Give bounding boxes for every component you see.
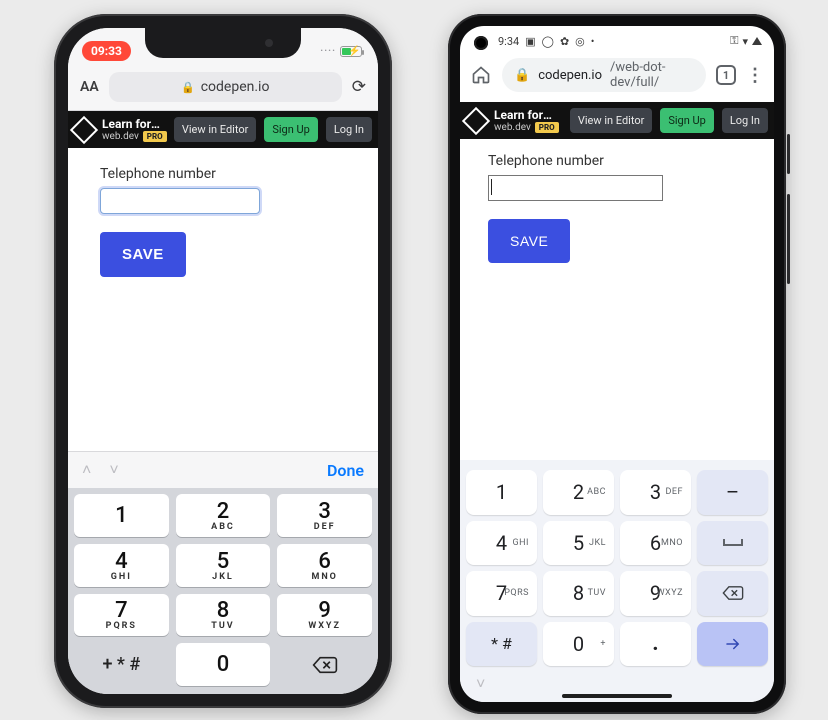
iphone-screen: 09:33 ···· ⚡ AA 🔒 codepen.io ⟳ Learn for… (68, 28, 378, 694)
status-icon: ✿ (560, 35, 569, 48)
codepen-header: Learn forms – virt… web.dev PRO View in … (68, 111, 378, 148)
view-in-editor-button[interactable]: View in Editor (174, 117, 257, 142)
lock-icon: 🔒 (514, 68, 530, 83)
key-space[interactable] (697, 521, 768, 566)
safari-url-field[interactable]: 🔒 codepen.io (109, 72, 342, 102)
key-dot[interactable]: . (620, 622, 691, 667)
arrow-right-icon (722, 635, 744, 653)
form-area: Telephone number SAVE (68, 148, 378, 295)
backspace-icon (722, 584, 744, 602)
keyboard-collapse-handle[interactable]: ˅ (466, 672, 768, 696)
key-3[interactable]: 3DEF (620, 470, 691, 515)
signup-button[interactable]: Sign Up (264, 117, 318, 142)
keyboard-done-button[interactable]: Done (327, 461, 364, 480)
volume-rocker (787, 194, 790, 284)
key-0[interactable]: 0 (176, 643, 271, 686)
pixel-camera-hole (474, 36, 488, 50)
key-8[interactable]: 8TUV (176, 594, 271, 637)
prev-field-icon[interactable]: ˄ (82, 460, 91, 479)
android-nav-pill[interactable] (562, 694, 672, 698)
chrome-url-field[interactable]: 🔒 codepen.io/web-dot-dev/full/ (502, 58, 706, 92)
key-4[interactable]: 4GHI (74, 544, 169, 587)
key-dash[interactable]: – (697, 470, 768, 515)
ios-battery-indicator: ···· ⚡ (320, 46, 362, 57)
pixel-screen: 9:34 ▣ ◯ ✿ ◎ • ⚿ ▾ 🔒 codepen.io/web-dot-… (460, 26, 774, 702)
codepen-logo-icon (70, 115, 98, 143)
key-3[interactable]: 3DEF (277, 494, 372, 537)
iphone-frame: 09:33 ···· ⚡ AA 🔒 codepen.io ⟳ Learn for… (54, 14, 392, 708)
pen-author: web.dev (494, 122, 531, 133)
chrome-tabs-button[interactable]: 1 (716, 65, 736, 85)
backspace-key[interactable] (277, 643, 372, 686)
backspace-key[interactable] (697, 571, 768, 616)
key-6[interactable]: 6MNO (277, 544, 372, 587)
wifi-icon: ▾ (742, 35, 748, 48)
status-icon: ◎ (575, 35, 585, 48)
key-9[interactable]: 9WXYZ (277, 594, 372, 637)
key-star-hash[interactable]: * # (466, 622, 537, 667)
login-button[interactable]: Log In (326, 117, 372, 142)
ios-numeric-keypad: 1 2ABC 3DEF 4GHI 5JKL 6MNO 7PQRS 8TUV 9W… (68, 488, 378, 694)
key-1[interactable]: 1 (466, 470, 537, 515)
chrome-home-icon[interactable] (470, 65, 492, 85)
status-icon: ◯ (542, 35, 554, 48)
key-2[interactable]: 2ABC (176, 494, 271, 537)
pro-badge: PRO (143, 131, 167, 142)
key-5[interactable]: 5JKL (176, 544, 271, 587)
android-time: 9:34 (498, 35, 519, 48)
key-7[interactable]: 7PQRS (466, 571, 537, 616)
url-path: /web-dot-dev/full/ (610, 60, 694, 90)
ios-time-recording-pill: 09:33 (82, 41, 131, 61)
view-in-editor-button[interactable]: View in Editor (570, 108, 653, 133)
battery-icon (752, 37, 762, 45)
login-button[interactable]: Log In (722, 108, 768, 133)
key-symbols[interactable]: + * # (74, 643, 169, 686)
save-button[interactable]: SAVE (488, 219, 570, 263)
key-6[interactable]: 6MNO (620, 521, 691, 566)
chrome-toolbar: 🔒 codepen.io/web-dot-dev/full/ 1 ⋮ (460, 52, 774, 102)
status-icon: • (591, 35, 595, 48)
telephone-label: Telephone number (100, 166, 346, 182)
pixel-frame: 9:34 ▣ ◯ ✿ ◎ • ⚿ ▾ 🔒 codepen.io/web-dot-… (448, 14, 786, 714)
signup-button[interactable]: Sign Up (660, 108, 714, 133)
chrome-menu-icon[interactable]: ⋮ (746, 65, 764, 86)
key-4[interactable]: 4GHI (466, 521, 537, 566)
power-button (787, 134, 790, 174)
telephone-label: Telephone number (488, 153, 746, 169)
status-icon: ▣ (525, 35, 535, 48)
lock-icon: 🔒 (181, 81, 195, 94)
save-button[interactable]: SAVE (100, 232, 186, 277)
backspace-icon (312, 655, 338, 675)
android-numeric-keypad: 1 2ABC 3DEF – 4GHI 5JKL 6MNO 7PQRS 8TUV … (460, 460, 774, 702)
next-field-icon[interactable]: ˅ (109, 460, 118, 479)
codepen-header: Learn forms – virt… web.dev PRO View in … (460, 102, 774, 139)
space-icon (721, 536, 745, 550)
enter-key[interactable] (697, 622, 768, 667)
key-8[interactable]: 8TUV (543, 571, 614, 616)
key-2[interactable]: 2ABC (543, 470, 614, 515)
android-status-bar: 9:34 ▣ ◯ ✿ ◎ • ⚿ ▾ (460, 26, 774, 52)
ios-keyboard-accessory: ˄ ˅ Done (68, 451, 378, 488)
codepen-logo-icon (462, 106, 490, 134)
reader-aa-icon[interactable]: AA (80, 79, 99, 95)
url-host: codepen.io (538, 68, 602, 83)
safari-address-bar: AA 🔒 codepen.io ⟳ (68, 68, 378, 111)
key-9[interactable]: 9WXYZ (620, 571, 691, 616)
url-host: codepen.io (201, 79, 270, 95)
key-7[interactable]: 7PQRS (74, 594, 169, 637)
telephone-input[interactable] (488, 175, 663, 201)
reload-icon[interactable]: ⟳ (352, 77, 366, 97)
key-5[interactable]: 5JKL (543, 521, 614, 566)
key-1[interactable]: 1 (74, 494, 169, 537)
key-0[interactable]: 0+ (543, 622, 614, 667)
vpn-key-icon: ⚿ (730, 34, 738, 48)
form-area: Telephone number SAVE (460, 139, 774, 277)
pen-author: web.dev (102, 131, 139, 142)
iphone-notch (145, 28, 301, 58)
telephone-input[interactable] (100, 188, 260, 214)
pen-title: Learn forms – virt… (102, 117, 166, 131)
pro-badge: PRO (535, 122, 559, 133)
pen-title: Learn forms – virt… (494, 108, 562, 122)
